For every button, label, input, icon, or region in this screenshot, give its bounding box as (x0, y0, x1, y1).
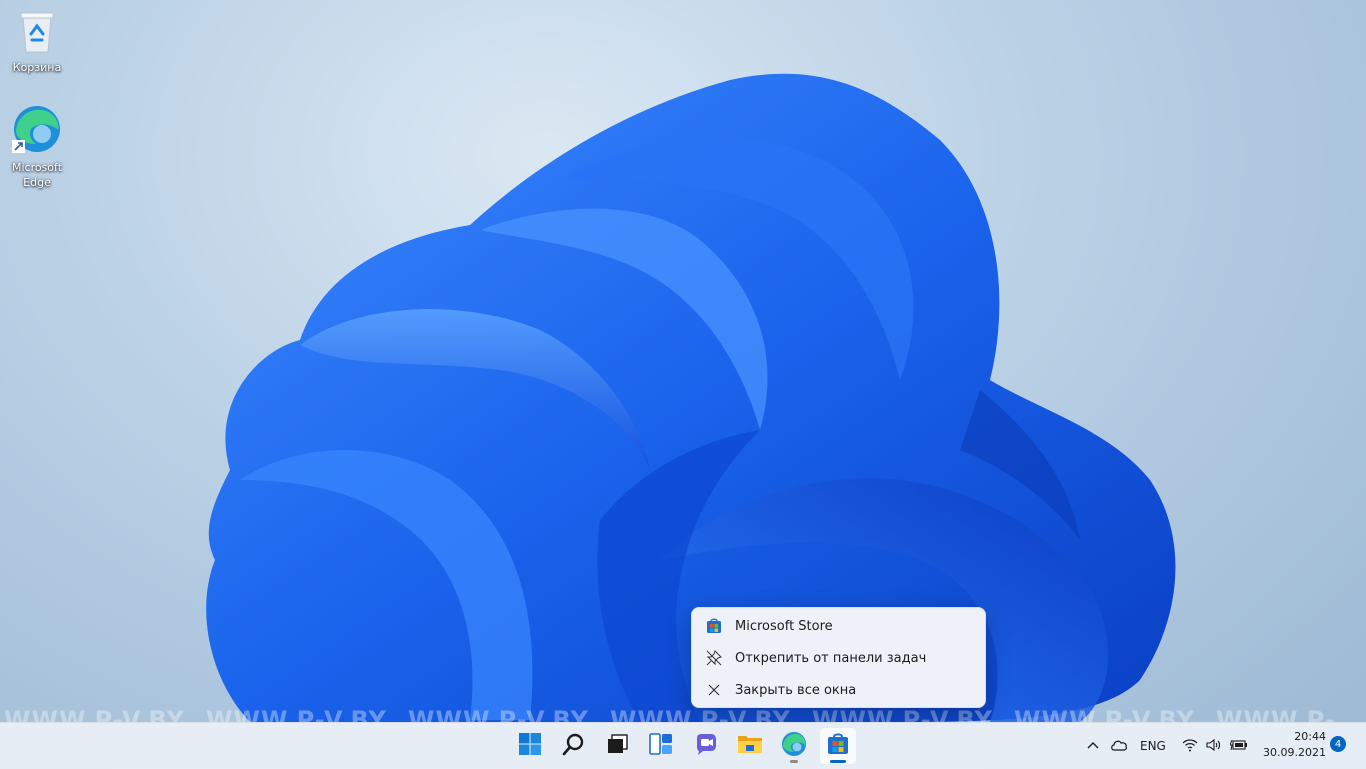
taskbar: ENG 20:44 30.09.2021 (0, 722, 1366, 769)
menu-item-unpin[interactable]: Открепить от панели задач (692, 642, 985, 674)
tray-overflow-button[interactable] (1086, 723, 1100, 769)
taskbar-microsoft-store-button[interactable] (820, 728, 856, 764)
menu-item-close-all-windows[interactable]: Закрыть все окна (692, 674, 985, 706)
clock-time: 20:44 (1294, 730, 1326, 743)
task-view-icon (605, 732, 629, 760)
taskbar-task-view-button[interactable] (599, 728, 635, 764)
tray-onedrive-button[interactable] (1110, 723, 1128, 769)
chevron-up-icon (1086, 739, 1100, 753)
menu-item-label: Закрыть все окна (735, 682, 857, 698)
menu-item-label: Открепить от панели задач (735, 650, 927, 666)
recycle-bin-icon (2, 10, 72, 58)
menu-item-label: Microsoft Store (735, 618, 833, 634)
wifi-icon (1182, 738, 1198, 755)
taskbar-chat-button[interactable] (688, 728, 724, 764)
store-icon (706, 618, 722, 634)
tray-network-button[interactable] (1182, 723, 1198, 769)
close-icon (706, 682, 722, 698)
language-indicator: ENG (1140, 739, 1166, 753)
taskbar-file-explorer-button[interactable] (732, 728, 768, 764)
notification-count-badge[interactable]: 4 (1330, 736, 1346, 752)
folder-icon (737, 732, 763, 760)
store-icon (826, 732, 850, 760)
search-icon (562, 732, 586, 760)
taskbar-jump-list-menu: Microsoft Store Открепить от панели зада… (691, 607, 986, 708)
tray-language-button[interactable]: ENG (1140, 723, 1166, 769)
desktop-icon-label: Microsoft Edge (11, 161, 63, 189)
tray-battery-button[interactable] (1229, 723, 1248, 769)
cloud-icon (1110, 739, 1128, 754)
volume-icon (1206, 738, 1222, 755)
desktop-icon-label: Корзина (12, 61, 62, 74)
taskbar-edge-button[interactable] (776, 728, 812, 764)
tray-volume-button[interactable] (1206, 723, 1222, 769)
menu-item-microsoft-store[interactable]: Microsoft Store (692, 610, 985, 642)
chat-icon (694, 732, 718, 760)
clock-date: 30.09.2021 (1263, 746, 1326, 759)
taskbar-start-button[interactable] (512, 728, 548, 764)
running-indicator (790, 760, 798, 763)
edge-icon (781, 731, 807, 761)
windows-start-icon (518, 732, 542, 760)
edge-icon (2, 104, 72, 158)
wallpaper-bloom (206, 73, 1176, 723)
taskbar-widgets-button[interactable] (643, 728, 679, 764)
running-indicator (830, 760, 846, 763)
desktop-icon-edge[interactable]: Microsoft Edge (2, 104, 72, 190)
widgets-icon (649, 732, 673, 760)
unpin-icon (706, 650, 722, 666)
battery-charging-icon (1229, 739, 1248, 754)
tray-clock[interactable]: 20:44 30.09.2021 (1252, 729, 1326, 761)
desktop-icon-recycle-bin[interactable]: Корзина (2, 10, 72, 75)
taskbar-search-button[interactable] (556, 728, 592, 764)
